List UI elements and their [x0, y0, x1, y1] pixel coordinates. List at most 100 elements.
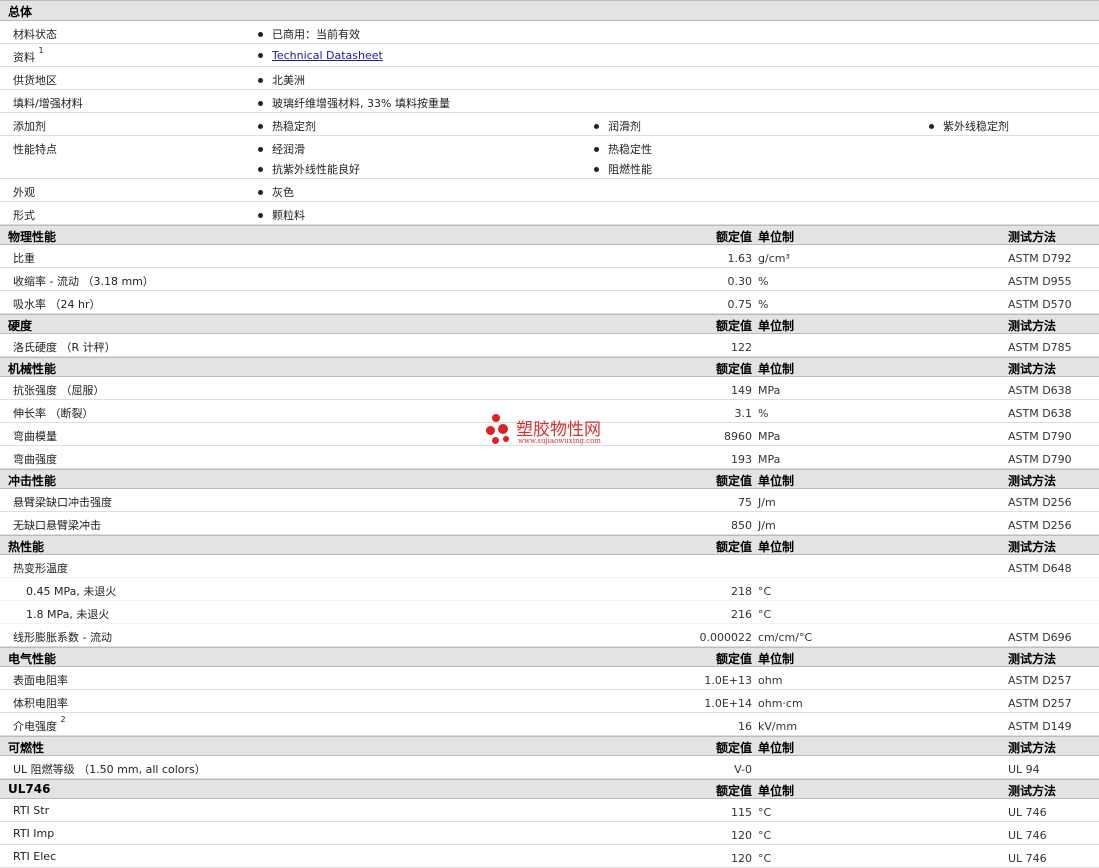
- bullet-icon: [258, 77, 263, 83]
- property-label-wrap: RTI Str: [13, 804, 49, 817]
- property-label: 吸水率 （24 hr）: [13, 298, 101, 311]
- bullet-icon: [258, 123, 263, 129]
- footnote-ref: 1: [38, 46, 44, 55]
- item-text: 灰色: [272, 186, 294, 199]
- property-value: 193: [731, 453, 752, 466]
- property-row: 热变形温度 ASTM D648: [0, 555, 1099, 578]
- row-label: 添加剂: [13, 120, 46, 133]
- property-label: 0.45 MPa, 未退火: [26, 585, 117, 598]
- general-row-filler: 填料/增强材料 玻璃纤维增强材料, 33% 填料按重量: [0, 90, 1099, 113]
- property-unit: °C: [758, 829, 772, 842]
- property-value: 1.0E+13: [704, 674, 752, 687]
- property-unit: ohm·cm: [758, 697, 803, 710]
- property-unit: °C: [758, 585, 772, 598]
- column-header-method: 测试方法: [1008, 362, 1057, 376]
- property-row: 体积电阻率 1.0E+14 ohm·cm ASTM D257: [0, 690, 1099, 713]
- general-row-appearance: 外观 灰色: [0, 179, 1099, 202]
- bullet-icon: [929, 123, 934, 129]
- property-value: 1.0E+14: [704, 697, 752, 710]
- section-title: 热性能: [8, 540, 45, 554]
- property-row: 表面电阻率 1.0E+13 ohm ASTM D257: [0, 667, 1099, 690]
- property-row: 收缩率 - 流动 （3.18 mm） 0.30% ASTM D955: [0, 268, 1099, 291]
- property-unit: °C: [758, 806, 772, 819]
- property-value: 0.000022: [699, 631, 753, 644]
- property-value: 0.75: [727, 298, 753, 311]
- bullet-icon: [258, 31, 263, 37]
- section-title: 冲击性能: [8, 474, 57, 488]
- property-unit: ohm: [758, 674, 783, 687]
- bullet-icon: [258, 52, 263, 58]
- property-unit: MPa: [758, 430, 781, 443]
- footnote-ref: 2: [60, 715, 66, 724]
- row-label: 供货地区: [13, 74, 57, 87]
- property-unit: cm/cm/°C: [758, 631, 813, 644]
- property-label-wrap: 悬臂梁缺口冲击强度: [13, 494, 112, 510]
- section-title: 可燃性: [8, 741, 45, 755]
- row-label: 形式: [13, 209, 35, 222]
- property-method: UL 94: [1008, 763, 1040, 776]
- property-label: 1.8 MPa, 未退火: [26, 608, 110, 621]
- property-label: 悬臂梁缺口冲击强度: [13, 496, 112, 509]
- property-method: ASTM D696: [1008, 631, 1072, 644]
- property-label: 洛氏硬度 （R 计秤）: [13, 341, 116, 354]
- technical-datasheet-link[interactable]: Technical Datasheet: [272, 49, 383, 62]
- item-text: 热稳定剂: [272, 120, 316, 133]
- property-row: 介电强度 2 16 kV/mm ASTM D149: [0, 713, 1099, 736]
- row-label: 材料状态: [13, 28, 57, 41]
- logo-dot-icon: [503, 436, 509, 442]
- property-method: ASTM D149: [1008, 720, 1072, 733]
- property-label: 无缺口悬臂梁冲击: [13, 519, 101, 532]
- property-label-wrap: 比重: [13, 250, 35, 266]
- property-value: 120: [731, 829, 752, 842]
- property-unit: °C: [758, 852, 772, 865]
- property-row: RTI Elec 120 °C UL 746: [0, 845, 1099, 868]
- section-header: UL746 额定值 单位制 测试方法: [0, 779, 1099, 799]
- row-label: 填料/增强材料: [13, 97, 83, 110]
- property-label-wrap: RTI Imp: [13, 827, 54, 840]
- column-header-method: 测试方法: [1008, 474, 1057, 488]
- property-method: ASTM D790: [1008, 430, 1072, 443]
- property-label-wrap: 体积电阻率: [13, 695, 68, 711]
- item-text: 紫外线稳定剂: [943, 120, 1009, 133]
- property-unit: %: [758, 298, 769, 311]
- item-text: 颗粒料: [272, 209, 305, 222]
- column-header-unit: 单位制: [758, 474, 795, 488]
- column-header-method: 测试方法: [1008, 784, 1057, 798]
- property-row: 洛氏硬度 （R 计秤） 122 ASTM D785: [0, 334, 1099, 357]
- property-unit: %: [758, 407, 769, 420]
- property-row: 比重 1.63 g/cm³ ASTM D792: [0, 245, 1099, 268]
- property-value: 0.30: [727, 275, 753, 288]
- watermark-url: www.sujiaowuxing.com: [518, 437, 601, 445]
- property-label-wrap: 伸长率 （断裂）: [13, 405, 94, 421]
- property-unit: g/cm³: [758, 252, 790, 265]
- property-method: ASTM D257: [1008, 674, 1072, 687]
- property-method: ASTM D570: [1008, 298, 1072, 311]
- property-unit: J/m: [758, 519, 776, 532]
- column-header-method: 测试方法: [1008, 319, 1057, 333]
- item-text: 玻璃纤维增强材料, 33% 填料按重量: [272, 97, 450, 110]
- property-label: UL 阻燃等级 （1.50 mm, all colors）: [13, 763, 206, 776]
- property-label-wrap: 0.45 MPa, 未退火: [26, 583, 116, 599]
- property-row: 抗张强度 （屈服） 149 MPa ASTM D638: [0, 377, 1099, 400]
- property-label: 收缩率 - 流动 （3.18 mm）: [13, 275, 154, 288]
- section-header: 电气性能 额定值 单位制 测试方法: [0, 647, 1099, 667]
- section-header: 物理性能 额定值 单位制 测试方法: [0, 225, 1099, 245]
- property-value: 149: [731, 384, 752, 397]
- column-header-value: 额定值: [715, 230, 752, 244]
- property-method: ASTM D648: [1008, 562, 1072, 575]
- property-value: 850: [731, 519, 752, 532]
- section-title: UL746: [8, 782, 51, 796]
- item-text: 已商用：当前有效: [272, 28, 360, 41]
- section-title: 硬度: [8, 319, 33, 333]
- column-header-unit: 单位制: [758, 652, 795, 666]
- property-method: ASTM D638: [1008, 384, 1072, 397]
- section-title: 机械性能: [8, 362, 57, 376]
- logo-dot-icon: [492, 437, 499, 444]
- item-text: 经润滑: [272, 143, 305, 156]
- item-text: 北美洲: [272, 74, 305, 87]
- bullet-icon: [258, 146, 263, 152]
- property-label-wrap: 抗张强度 （屈服）: [13, 382, 105, 398]
- property-label-wrap: 吸水率 （24 hr）: [13, 296, 100, 312]
- property-row: 悬臂梁缺口冲击强度 75 J/m ASTM D256: [0, 489, 1099, 512]
- property-label: 热变形温度: [13, 562, 68, 575]
